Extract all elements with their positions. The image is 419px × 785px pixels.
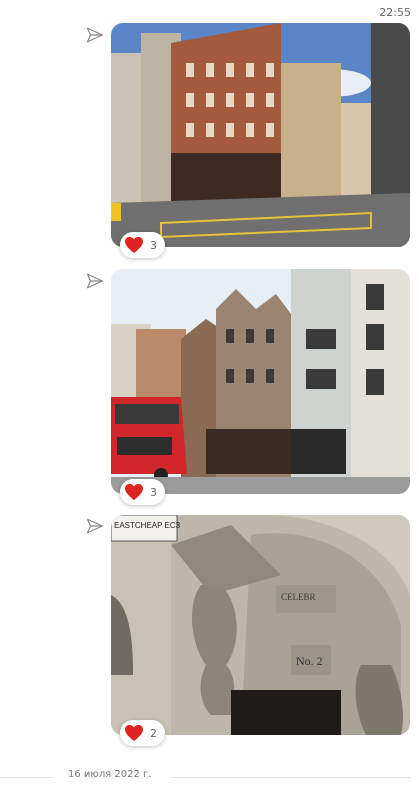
photo-street-red-bus[interactable] bbox=[111, 269, 410, 494]
street-sign-text: EASTCHEAP EC3 bbox=[114, 521, 181, 530]
share-icon[interactable] bbox=[86, 272, 104, 290]
reaction-count: 3 bbox=[150, 238, 157, 252]
divider bbox=[170, 777, 411, 778]
reaction-count: 3 bbox=[150, 485, 157, 499]
photo-street-corner-building[interactable] bbox=[111, 23, 410, 247]
date-separator: 16 июля 2022 г. bbox=[0, 768, 419, 784]
reaction-badge[interactable]: 2 bbox=[120, 720, 165, 746]
share-icon[interactable] bbox=[86, 517, 104, 535]
svg-text:No. 2: No. 2 bbox=[296, 654, 323, 668]
share-icon[interactable] bbox=[86, 26, 104, 44]
divider bbox=[0, 777, 54, 778]
heart-icon bbox=[125, 483, 143, 501]
date-label: 16 июля 2022 г. bbox=[68, 769, 152, 780]
heart-icon bbox=[125, 724, 143, 742]
reaction-badge[interactable]: 3 bbox=[120, 232, 165, 258]
timestamp: 22:55 bbox=[379, 6, 411, 19]
photo-eastcheap-facade[interactable]: EASTCHEAP EC3 CELEBR No. 2 bbox=[111, 515, 410, 735]
svg-text:CELEBR: CELEBR bbox=[281, 592, 316, 602]
heart-icon bbox=[125, 236, 143, 254]
reaction-count: 2 bbox=[150, 726, 157, 740]
reaction-badge[interactable]: 3 bbox=[120, 479, 165, 505]
